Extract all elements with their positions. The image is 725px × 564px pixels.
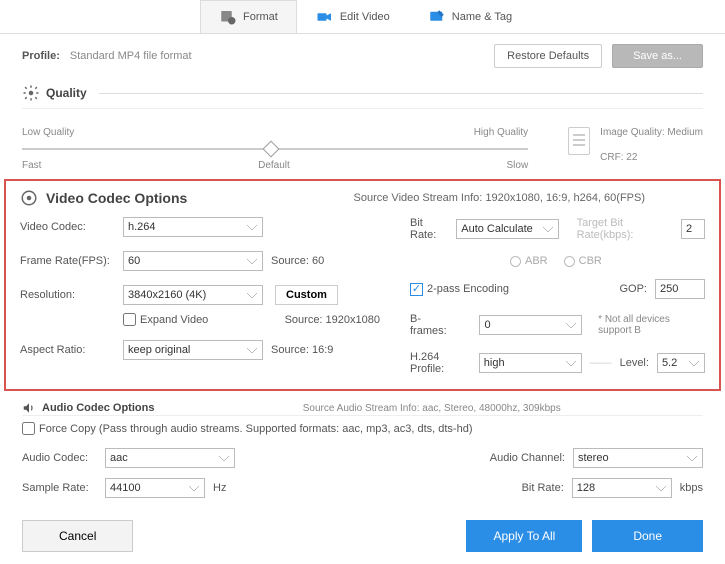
gop-label: GOP: xyxy=(619,283,647,295)
video-codec-select[interactable]: h.264 xyxy=(123,217,263,237)
target-bitrate-label: Target Bit Rate(kbps): xyxy=(577,217,673,241)
main-tabs: Format Edit Video Name & Tag xyxy=(0,0,725,34)
level-select[interactable]: 5.2 xyxy=(657,353,705,373)
document-icon xyxy=(568,127,590,155)
gear-icon xyxy=(20,189,38,207)
custom-resolution-button[interactable]: Custom xyxy=(275,285,338,305)
resolution-source: Source: 1920x1080 xyxy=(285,314,380,326)
fps-source: Source: 60 xyxy=(271,255,324,267)
gop-input[interactable] xyxy=(655,279,705,299)
audio-section-header: Audio Codec Options Source Audio Stream … xyxy=(0,395,725,415)
done-button[interactable]: Done xyxy=(592,520,703,552)
default-label: Default xyxy=(258,160,290,171)
footer: Cancel Apply To All Done xyxy=(0,508,725,564)
save-as-button[interactable]: Save as... xyxy=(612,44,703,68)
audio-channel-select[interactable]: stereo xyxy=(573,448,703,468)
audio-codec-select[interactable]: aac xyxy=(105,448,235,468)
tab-edit-video[interactable]: Edit Video xyxy=(297,0,409,33)
tab-name-tag[interactable]: Name & Tag xyxy=(409,0,531,33)
sample-rate-label: Sample Rate: xyxy=(22,482,97,494)
audio-codec-title: Audio Codec Options xyxy=(42,402,154,414)
high-quality-label: High Quality xyxy=(474,127,528,138)
source-video-info: Source Video Stream Info: 1920x1080, 16:… xyxy=(195,192,705,204)
video-codec-label: Video Codec: xyxy=(20,221,115,233)
bframes-label: B-frames: xyxy=(410,313,453,337)
slow-label: Slow xyxy=(506,160,528,171)
format-icon xyxy=(219,8,237,26)
aspect-ratio-select[interactable]: keep original xyxy=(123,340,263,360)
apply-to-all-button[interactable]: Apply To All xyxy=(466,520,582,552)
profile-label: Profile: xyxy=(22,50,60,62)
name-tag-icon xyxy=(428,8,446,26)
bframes-select[interactable]: 0 xyxy=(479,315,582,335)
level-label: Level: xyxy=(620,357,649,369)
audio-codec-label: Audio Codec: xyxy=(22,452,97,464)
slider-thumb[interactable] xyxy=(262,141,279,158)
bframes-note: * Not all devices support B xyxy=(598,314,705,336)
tab-label: Name & Tag xyxy=(452,11,512,23)
video-codec-title: Video Codec Options xyxy=(46,190,187,206)
quality-section-header: Quality xyxy=(22,78,703,109)
edit-video-icon xyxy=(316,8,334,26)
audio-bitrate-label: Bit Rate: xyxy=(522,482,564,494)
target-bitrate-input xyxy=(681,219,705,239)
quality-area: Low Quality High Quality Fast Default Sl… xyxy=(0,117,725,171)
bitrate-select[interactable]: Auto Calculate xyxy=(456,219,558,239)
hz-label: Hz xyxy=(213,482,226,494)
h264-profile-select[interactable]: high xyxy=(479,353,582,373)
abr-radio[interactable]: ABR xyxy=(510,255,548,267)
h264-profile-label: H.264 Profile: xyxy=(410,351,471,375)
tab-label: Format xyxy=(243,11,278,23)
sample-rate-select[interactable]: 44100 xyxy=(105,478,205,498)
crf-label: CRF: 22 xyxy=(600,152,703,163)
tab-format[interactable]: Format xyxy=(200,0,297,33)
image-quality-label: Image Quality: Medium xyxy=(600,127,703,138)
speaker-icon xyxy=(22,401,36,415)
fast-label: Fast xyxy=(22,160,41,171)
expand-video-checkbox[interactable]: Expand Video xyxy=(123,313,208,326)
resolution-label: Resolution: xyxy=(20,289,115,301)
bitrate-label: Bit Rate: xyxy=(410,217,448,241)
resolution-select[interactable]: 3840x2160 (4K) xyxy=(123,285,263,305)
cbr-radio[interactable]: CBR xyxy=(564,255,602,267)
profile-row: Profile: Standard MP4 file format Restor… xyxy=(0,34,725,78)
cancel-button[interactable]: Cancel xyxy=(22,520,133,552)
gear-icon xyxy=(22,84,40,102)
frame-rate-label: Frame Rate(FPS): xyxy=(20,255,115,267)
profile-value: Standard MP4 file format xyxy=(70,50,484,62)
tab-label: Edit Video xyxy=(340,11,390,23)
quality-title: Quality xyxy=(46,86,87,100)
force-copy-checkbox[interactable]: Force Copy (Pass through audio streams. … xyxy=(22,422,472,435)
aspect-ratio-source: Source: 16:9 xyxy=(271,344,333,356)
source-audio-info: Source Audio Stream Info: aac, Stereo, 4… xyxy=(160,403,703,414)
frame-rate-select[interactable]: 60 xyxy=(123,251,263,271)
kbps-label: kbps xyxy=(680,482,703,494)
audio-bitrate-select[interactable]: 128 xyxy=(572,478,672,498)
aspect-ratio-label: Aspect Ratio: xyxy=(20,344,115,356)
audio-channel-label: Audio Channel: xyxy=(490,452,565,464)
check-icon xyxy=(410,283,423,296)
quality-slider[interactable] xyxy=(22,142,528,156)
restore-defaults-button[interactable]: Restore Defaults xyxy=(494,44,602,68)
low-quality-label: Low Quality xyxy=(22,127,74,138)
two-pass-checkbox[interactable]: 2-pass Encoding xyxy=(410,283,509,296)
video-codec-options-box: Video Codec Options Source Video Stream … xyxy=(4,179,721,391)
